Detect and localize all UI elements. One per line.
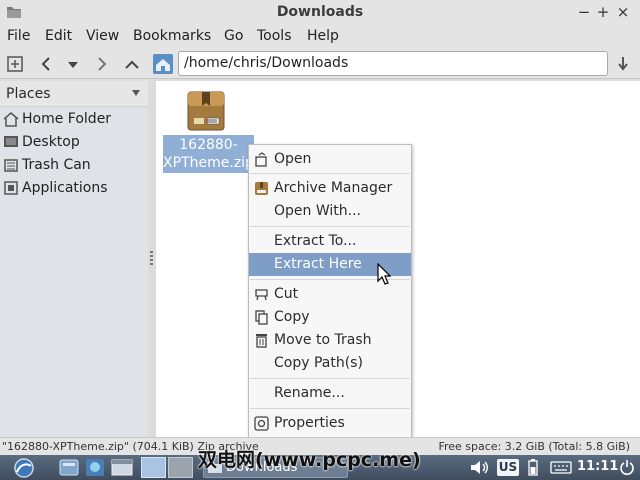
trash-icon bbox=[256, 334, 267, 348]
home-icon bbox=[3, 112, 19, 127]
splitter-handle[interactable] bbox=[150, 251, 153, 265]
applications-icon bbox=[4, 181, 18, 195]
maximize-button[interactable]: + bbox=[593, 2, 613, 22]
close-button[interactable]: × bbox=[613, 2, 633, 22]
location-bar[interactable]: /home/chris/Downloads bbox=[178, 51, 608, 76]
back-button[interactable] bbox=[35, 53, 57, 75]
desktop-icon bbox=[4, 136, 18, 147]
file-name-line1: 162880- bbox=[179, 137, 238, 153]
menu-item-extract-to[interactable]: Extract To... bbox=[249, 230, 411, 253]
menu-item-rename[interactable]: Rename... bbox=[249, 382, 411, 405]
menu-item-label: Move to Trash bbox=[274, 332, 372, 348]
mouse-cursor-icon bbox=[377, 263, 391, 285]
menu-item-cut[interactable]: Cut bbox=[249, 283, 411, 306]
properties-icon bbox=[254, 416, 269, 431]
menu-bookmarks[interactable]: Bookmarks bbox=[133, 28, 211, 44]
show-desktop-icon[interactable] bbox=[110, 457, 134, 478]
sidebar-item-label: Trash Can bbox=[22, 157, 91, 173]
file-name-line2: XPTheme.zip bbox=[163, 155, 254, 171]
menu-bar: File Edit View Bookmarks Go Tools Help bbox=[0, 25, 640, 49]
menu-item-open-with[interactable]: Open With... bbox=[249, 200, 411, 223]
menu-file[interactable]: File bbox=[7, 28, 30, 44]
title-bar: Downloads − + × bbox=[0, 0, 640, 25]
sidebar: Places Home Folder Desktop Trash Can App… bbox=[0, 81, 148, 437]
menu-item-label: Open bbox=[274, 151, 312, 167]
context-menu: Open Archive Manager Open With... Extrac… bbox=[248, 144, 412, 438]
volume-icon[interactable] bbox=[469, 459, 489, 476]
menu-separator bbox=[250, 173, 410, 174]
menu-item-archive-manager[interactable]: Archive Manager bbox=[249, 177, 411, 200]
status-free-space: Free space: 3.2 GiB (Total: 5.8 GiB) bbox=[438, 440, 630, 453]
menu-item-label: Copy bbox=[274, 309, 310, 325]
new-tab-button[interactable] bbox=[4, 53, 26, 75]
menu-go[interactable]: Go bbox=[224, 28, 243, 44]
open-icon bbox=[255, 152, 267, 167]
sidebar-item-label: Applications bbox=[22, 180, 108, 196]
battery-icon[interactable] bbox=[527, 459, 539, 476]
menu-help[interactable]: Help bbox=[307, 28, 339, 44]
menu-item-open[interactable]: Open bbox=[249, 148, 411, 171]
clock[interactable]: 11:11 bbox=[577, 459, 618, 474]
menu-item-move-to-trash[interactable]: Move to Trash bbox=[249, 329, 411, 352]
places-label: Places bbox=[6, 86, 51, 102]
pane-splitter[interactable] bbox=[148, 81, 156, 437]
file-label[interactable]: 162880- XPTheme.zip bbox=[163, 135, 254, 173]
menu-item-copy-paths[interactable]: Copy Path(s) bbox=[249, 352, 411, 375]
menu-item-label: Rename... bbox=[274, 385, 345, 401]
history-dropdown-button[interactable] bbox=[62, 53, 84, 75]
workspace-2[interactable] bbox=[168, 457, 193, 478]
menu-item-label: Extract Here bbox=[274, 256, 362, 272]
places-dropdown[interactable]: Places bbox=[0, 81, 148, 107]
watermark-text: 双电网(www.pcpc.me) bbox=[198, 449, 421, 471]
menu-item-label: Extract To... bbox=[274, 233, 357, 249]
window-title: Downloads bbox=[276, 4, 364, 20]
menu-item-label: Archive Manager bbox=[274, 180, 393, 196]
minimize-button[interactable]: − bbox=[574, 2, 594, 22]
zip-archive-icon[interactable] bbox=[187, 91, 225, 131]
menu-item-properties[interactable]: Properties bbox=[249, 412, 411, 435]
power-icon[interactable] bbox=[618, 459, 636, 476]
sidebar-item-trash-can[interactable]: Trash Can bbox=[0, 155, 148, 177]
sidebar-item-applications[interactable]: Applications bbox=[0, 178, 148, 200]
menu-item-label: Copy Path(s) bbox=[274, 355, 363, 371]
keyboard-icon[interactable] bbox=[550, 459, 572, 476]
menu-item-label: Open With... bbox=[274, 203, 361, 219]
menu-separator bbox=[250, 378, 410, 379]
menu-tools[interactable]: Tools bbox=[257, 28, 292, 44]
menu-view[interactable]: View bbox=[86, 28, 119, 44]
sidebar-item-home-folder[interactable]: Home Folder bbox=[0, 109, 148, 131]
menu-separator bbox=[250, 408, 410, 409]
menu-separator bbox=[250, 226, 410, 227]
home-icon[interactable] bbox=[153, 54, 173, 74]
cut-icon bbox=[255, 289, 268, 301]
file-manager-icon[interactable] bbox=[58, 457, 80, 478]
sidebar-item-desktop[interactable]: Desktop bbox=[0, 132, 148, 154]
copy-icon bbox=[255, 310, 268, 325]
up-button[interactable] bbox=[121, 53, 143, 75]
archive-manager-icon bbox=[255, 182, 268, 195]
forward-button[interactable] bbox=[91, 53, 113, 75]
browser-icon[interactable] bbox=[84, 457, 106, 478]
sidebar-item-label: Desktop bbox=[22, 134, 80, 150]
new-tab-icon bbox=[7, 56, 23, 72]
forward-icon bbox=[98, 57, 107, 71]
go-button[interactable] bbox=[612, 53, 634, 75]
trash-icon bbox=[4, 159, 18, 172]
menu-item-label: Cut bbox=[274, 286, 299, 302]
menu-item-label: Properties bbox=[274, 415, 345, 431]
back-icon bbox=[41, 57, 50, 71]
sidebar-item-label: Home Folder bbox=[22, 111, 112, 127]
keyboard-layout-badge[interactable]: US bbox=[497, 459, 519, 476]
workspace-1[interactable] bbox=[141, 457, 166, 478]
history-dropdown-icon bbox=[68, 62, 78, 68]
menu-edit[interactable]: Edit bbox=[45, 28, 72, 44]
up-icon bbox=[125, 60, 139, 69]
start-menu-icon[interactable] bbox=[10, 457, 38, 478]
toolbar: /home/chris/Downloads bbox=[0, 49, 640, 79]
menu-item-copy[interactable]: Copy bbox=[249, 306, 411, 329]
chevron-down-icon bbox=[132, 90, 140, 96]
go-icon bbox=[618, 57, 628, 71]
